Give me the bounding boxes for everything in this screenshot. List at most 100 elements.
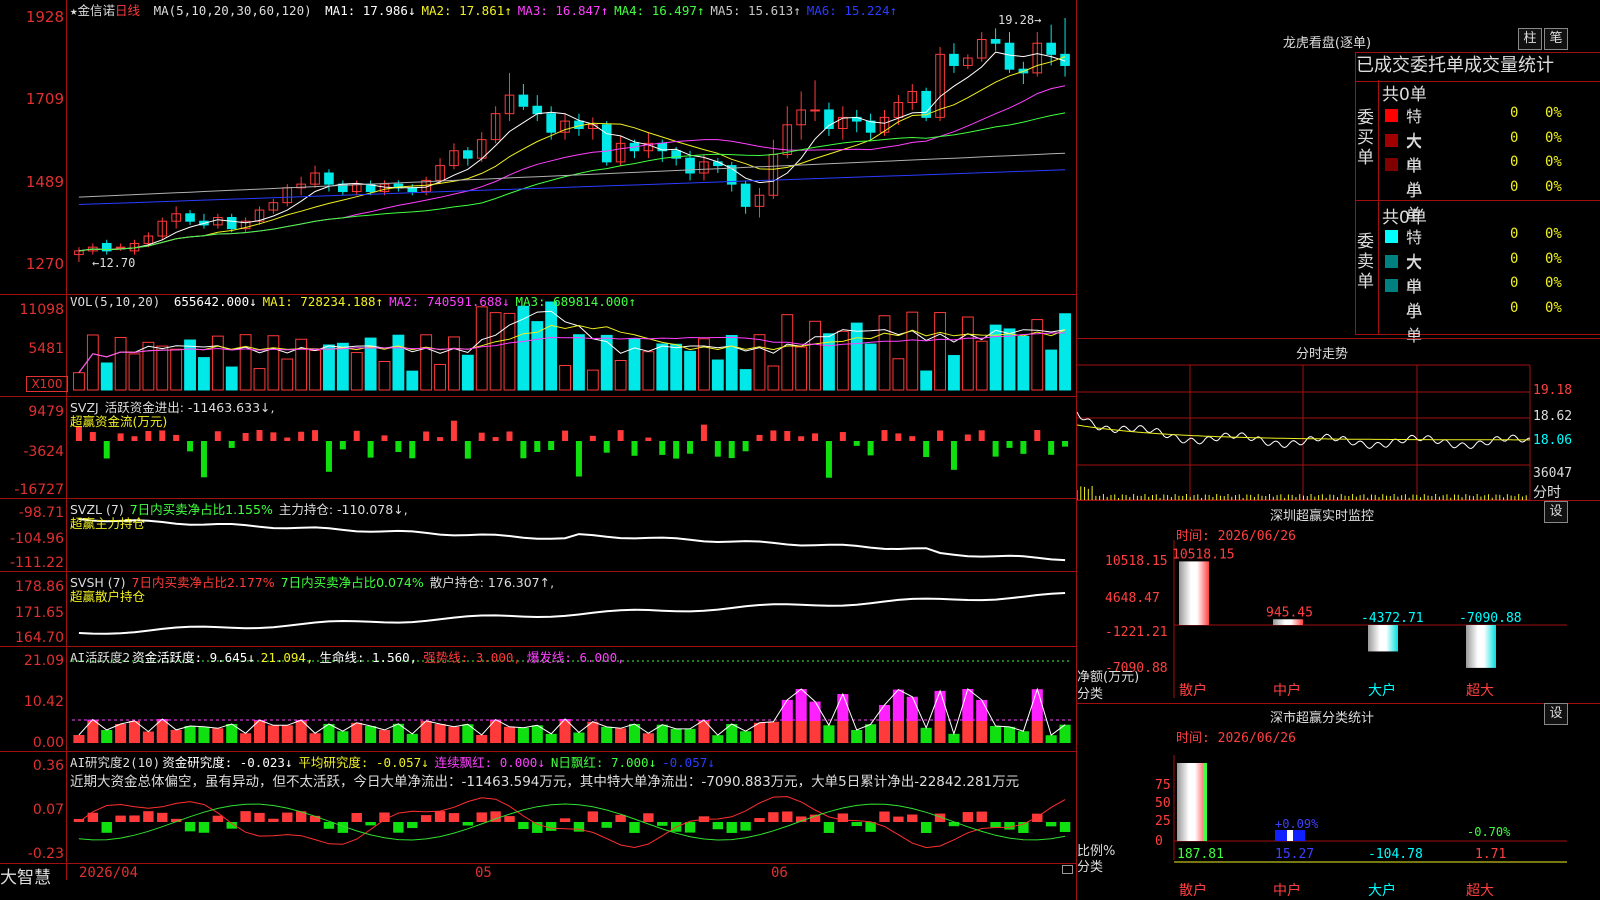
activity-bar [878,721,891,743]
ai1-value: 资金活跃度: 9.645↓ [132,650,255,665]
volume-bar [73,372,85,391]
vol-ma-value: 655642.000↓ [173,294,257,309]
research-bar [545,822,557,831]
fund-flow-bar [909,436,916,441]
svzl-position: 主力持仓: -110.078↓, [278,502,408,517]
research-bar [657,822,668,826]
ma-values: MA1: 17.986↓ MA2: 17.861↑ MA3: 16.847↑ MA4:… [325,3,903,18]
activity-bar [545,733,557,743]
classify-pct: +0.09% [1275,817,1319,831]
classify-axis-label: 50 [1155,796,1171,811]
volume-bar [211,335,224,391]
classify-bar [1287,830,1293,841]
svsh-axis-label: 164.70 [15,630,64,646]
svsh-ratio-b: 7日内买卖净占比0.074% [280,575,424,590]
activity-bar [198,726,210,743]
fund-flow-bar [1062,441,1069,447]
kline-panel[interactable]: ★金信诺日线 MA(5,10,20,30,60,120) MA1: 17.986… [0,0,1077,900]
classify-value: 187.81 [1177,847,1224,862]
indicator-label[interactable]: MA(5,10,20,30,60,120) [154,3,312,18]
classify-category: 中户 [1273,882,1301,899]
research-bar [754,818,765,822]
brand-label[interactable]: 大智慧 [0,863,51,888]
vol-values: 655642.000↓ MA1: 728234.188↑ MA2: 740591.6… [174,294,642,309]
candle-body [532,105,543,115]
date-label-start: 2026/04 [79,865,139,881]
activity-bar [365,726,377,743]
activity-bar [615,728,627,743]
activity-bar [962,689,974,721]
activity-bar [740,731,752,743]
ma-line [78,51,1066,252]
activity-bar [892,721,904,743]
research-bar [1045,822,1057,827]
research-bar [407,822,418,829]
research-bar [740,822,751,831]
fund-flow-bar [1020,441,1027,454]
activity-bar [573,732,585,743]
stock-name[interactable]: ★金信诺 [70,3,115,18]
fund-flow-bar [298,431,305,441]
fund-flow-bar [242,433,249,441]
activity-bar [309,733,321,743]
activity-bar [476,734,488,743]
ma-value: MA4: 16.497↑ [614,3,705,18]
high-marker-value: 19.28 [998,13,1035,27]
ma-value: MA3: 16.847↑ [517,3,609,18]
ai2-title[interactable]: AI研究度2(10) [70,755,160,770]
month-label: 06 [771,865,788,881]
volume-bar [309,349,321,391]
ai2-values: 资金研究度: -0.023↓ 平均研究度: -0.057↓ 连续飘红: 0.000↓… [162,755,721,770]
period-label[interactable]: 日线 [115,3,140,18]
activity-bar [101,730,113,743]
lock-icon[interactable] [1062,865,1073,874]
candle-body [1004,42,1015,70]
vol-title[interactable]: VOL(5,10,20) [70,294,160,309]
ai1-title[interactable]: AI活跃度2 [70,650,130,665]
activity-bar [156,721,168,743]
activity-bar [684,728,696,743]
ai2-header: AI研究度2(10) 资金研究度: -0.023↓ 平均研究度: -0.057↓ 连续… [70,752,727,771]
candle-body [865,120,876,133]
candle-body [324,172,334,185]
classify-settings-button[interactable]: 设 [1544,703,1568,725]
activity-bar [809,701,821,721]
bottom-bar: 大智慧 2026/04 05 06 [0,863,1077,900]
activity-bar [670,728,682,743]
research-bar [254,812,265,822]
fund-flow-bar [131,436,138,441]
ai2-axis-label: 0.36 [32,758,64,774]
fund-flow-bar [478,432,485,441]
vol-axis-label: 5481 [28,341,64,357]
candle-body [574,120,584,130]
volume-bar [1059,313,1071,391]
ai2-axis-label: -0.23 [27,846,64,862]
vol-unit: X100 [26,376,68,392]
research-bar [601,822,612,828]
activity-bar [795,721,807,743]
svzl-axis-label: -104.96 [9,531,64,547]
volume-bar [892,358,905,391]
research-bar [907,814,918,822]
ma-value: MA1: 17.986↓ [325,3,416,18]
fund-flow-bar [214,431,221,441]
research-bar [990,822,1001,828]
low-marker: ←12.70 [92,256,136,270]
activity-bar [184,726,196,743]
candle-body [185,213,195,222]
volume-bar [434,363,446,391]
fund-flow-bar [881,430,888,441]
volume-bar [323,344,335,391]
fund-flow-bar [492,437,499,441]
research-bar [893,816,904,822]
volume-bar [350,352,363,391]
monitor-category: 散户 [1179,682,1207,699]
fund-flow-bar [1006,441,1013,448]
fund-flow-bar [895,433,902,441]
fund-flow-bar [145,430,152,441]
classify-value: 1.71 [1475,847,1506,862]
research-bar [476,812,487,822]
fund-flow-bar [437,437,444,441]
fund-flow-bar [256,430,263,441]
kline-chart[interactable] [0,0,1077,880]
